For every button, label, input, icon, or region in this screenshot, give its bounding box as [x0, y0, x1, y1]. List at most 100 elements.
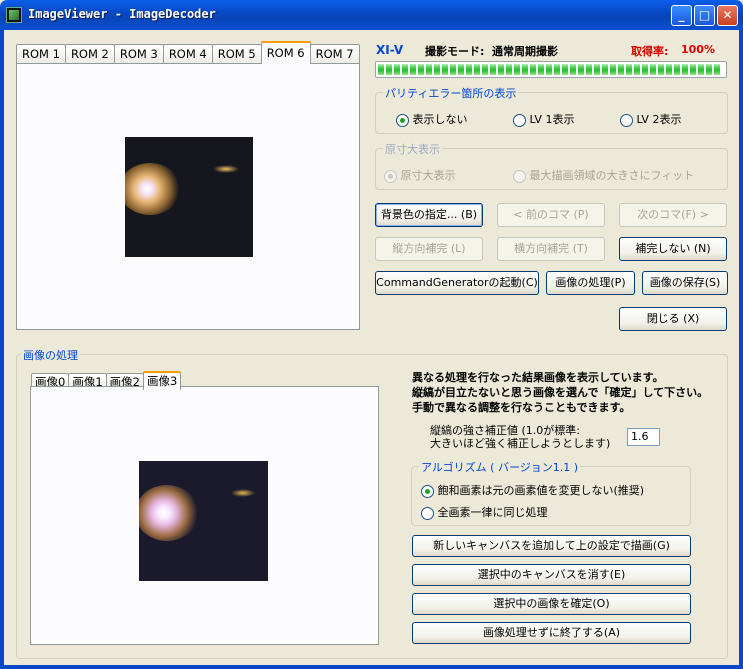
- progress-segment: [682, 64, 688, 75]
- image-processing-title: 画像の処理: [21, 347, 80, 363]
- small-spot: [231, 489, 255, 497]
- acquisition-progress-bar: [375, 61, 727, 78]
- progress-segment: [650, 64, 656, 75]
- finish-without-processing-button[interactable]: 画像処理せずに終了する(A): [412, 622, 691, 644]
- strength-label-line-2: 大きいほど強く補正しようとします): [430, 437, 611, 450]
- background-color-button[interactable]: 背景色の指定... (B): [375, 203, 483, 227]
- progress-segment: [570, 64, 576, 75]
- maximize-button[interactable]: □: [694, 5, 715, 26]
- window-frame-right: [739, 30, 743, 669]
- progress-segment: [482, 64, 488, 75]
- next-frame-button[interactable]: 次のコマ(F) >: [619, 203, 727, 227]
- progress-segment: [394, 64, 400, 75]
- image-process-button[interactable]: 画像の処理(P): [546, 271, 635, 295]
- parity-option-none[interactable]: 表示しない: [396, 111, 468, 127]
- tab-rom-1[interactable]: ROM 1: [16, 44, 66, 64]
- original-size-option-actual-label: 原寸大表示: [400, 169, 456, 182]
- strength-input[interactable]: 1.6: [627, 428, 660, 446]
- parity-group: パリティエラー箇所の表示 表示しない LV 1表示 LV 2表示: [375, 85, 728, 134]
- algorithm-option-saturated[interactable]: 飽和画素は元の画素値を変更しない(推奨): [421, 482, 644, 498]
- original-size-option-fit[interactable]: 最大描画領域の大きさにフィット: [513, 167, 694, 183]
- mode-label: 撮影モード:: [425, 45, 485, 58]
- parity-option-lv1[interactable]: LV 1表示: [513, 111, 574, 127]
- bright-spot: [125, 163, 181, 215]
- progress-segment: [538, 64, 544, 75]
- tab-image-3[interactable]: 画像3: [142, 371, 182, 390]
- progress-segment: [426, 64, 432, 75]
- parity-option-lv2[interactable]: LV 2表示: [620, 111, 681, 127]
- tab-rom-3[interactable]: ROM 3: [113, 44, 164, 64]
- close-window-button[interactable]: ✕: [717, 5, 738, 26]
- algorithm-option-saturated-label: 飽和画素は元の画素値を変更しない(推奨): [437, 484, 645, 497]
- progress-segment: [602, 64, 608, 75]
- progress-segment: [378, 64, 384, 75]
- algorithm-group: アルゴリズム ( バージョン1.1 ) 飽和画素は元の画素値を変更しない(推奨)…: [411, 459, 691, 526]
- progress-segment: [466, 64, 472, 75]
- parity-option-none-label: 表示しない: [412, 113, 468, 126]
- description-line-3: 手動で異なる調整を行なうこともできます。: [412, 401, 631, 414]
- app-icon: [6, 7, 22, 23]
- original-size-group: 原寸大表示 原寸大表示 最大描画領域の大きさにフィット: [375, 141, 728, 190]
- parity-group-title: パリティエラー箇所の表示: [383, 85, 519, 101]
- window-title: ImageViewer - ImageDecoder: [28, 7, 216, 21]
- radio-icon: [513, 113, 526, 127]
- radio-icon: [384, 169, 397, 183]
- new-canvas-button[interactable]: 新しいキャンバスを追加して上の設定で描画(G): [412, 535, 691, 557]
- description-line-2: 縦縞が目立たないと思う画像を選んで「確定」して下さい。: [412, 386, 709, 399]
- small-spot: [213, 165, 239, 173]
- rom-tabs: ROM 1 ROM 2 ROM 3 ROM 4 ROM 5 ROM 6 ROM …: [16, 41, 360, 64]
- progress-segment: [506, 64, 512, 75]
- no-complement-button[interactable]: 補完しない (N): [619, 237, 727, 261]
- original-size-option-actual[interactable]: 原寸大表示: [384, 167, 456, 183]
- progress-segment: [474, 64, 480, 75]
- progress-segment: [642, 64, 648, 75]
- rate-label: 取得率:: [631, 45, 669, 58]
- progress-segment: [618, 64, 624, 75]
- vertical-complement-button[interactable]: 縦方向補完 (L): [375, 237, 483, 261]
- prev-frame-button[interactable]: < 前のコマ (P): [497, 203, 605, 227]
- progress-segment: [530, 64, 536, 75]
- tab-rom-2[interactable]: ROM 2: [64, 44, 115, 64]
- progress-segment: [698, 64, 704, 75]
- tab-rom-6[interactable]: ROM 6: [260, 41, 311, 64]
- radio-icon: [421, 484, 434, 498]
- processed-image-panel: [30, 386, 379, 645]
- progress-segment: [714, 64, 720, 75]
- progress-segment: [658, 64, 664, 75]
- close-button[interactable]: 閉じる (X): [619, 307, 727, 331]
- window-frame-bottom: [0, 665, 743, 669]
- image-save-button[interactable]: 画像の保存(S): [642, 271, 728, 295]
- progress-segment: [514, 64, 520, 75]
- progress-segment: [450, 64, 456, 75]
- parity-option-lv2-label: LV 2表示: [636, 113, 682, 126]
- command-generator-button[interactable]: CommandGeneratorの起動(C): [375, 271, 539, 295]
- processing-description: 異なる処理を行なった結果画像を表示しています。 縦縞が目立たないと思う画像を選ん…: [412, 370, 708, 415]
- progress-segment: [490, 64, 496, 75]
- strength-label-line-1: 縦縞の強さ補正値 (1.0が標準:: [430, 424, 580, 437]
- original-size-option-fit-label: 最大描画領域の大きさにフィット: [529, 169, 695, 182]
- progress-segment: [674, 64, 680, 75]
- progress-segment: [410, 64, 416, 75]
- progress-segment: [634, 64, 640, 75]
- rom-image: [125, 137, 253, 257]
- progress-segment: [626, 64, 632, 75]
- horizontal-complement-button[interactable]: 横方向補完 (T): [497, 237, 605, 261]
- confirm-image-button[interactable]: 選択中の画像を確定(O): [412, 593, 691, 615]
- progress-segment: [442, 64, 448, 75]
- minimize-button[interactable]: _: [671, 5, 692, 26]
- window-frame-left: [0, 30, 4, 669]
- progress-segment: [434, 64, 440, 75]
- progress-segment: [586, 64, 592, 75]
- delete-canvas-button[interactable]: 選択中のキャンバスを消す(E): [412, 564, 691, 586]
- tab-rom-5[interactable]: ROM 5: [211, 44, 262, 64]
- progress-segment: [402, 64, 408, 75]
- progress-segment: [562, 64, 568, 75]
- rate-value: 100%: [681, 43, 715, 56]
- algorithm-option-uniform-label: 全画素一律に同じ処理: [437, 506, 548, 519]
- parity-option-lv1-label: LV 1表示: [529, 113, 575, 126]
- algorithm-option-uniform[interactable]: 全画素一律に同じ処理: [421, 504, 548, 520]
- instrument-label: XI-V: [376, 43, 404, 57]
- progress-segment: [666, 64, 672, 75]
- tab-rom-7[interactable]: ROM 7: [309, 44, 360, 64]
- tab-rom-4[interactable]: ROM 4: [162, 44, 213, 64]
